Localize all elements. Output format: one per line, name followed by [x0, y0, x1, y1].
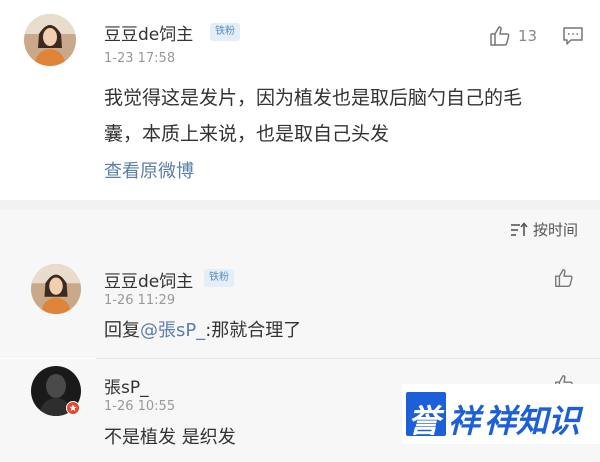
- sort-bar: 按时间: [0, 210, 600, 250]
- post-username[interactable]: 豆豆de饲主: [104, 20, 193, 45]
- reply-timestamp: 1-26 11:29: [104, 293, 176, 308]
- comment-icon: [563, 27, 583, 45]
- post-timestamp: 1-23 17:58: [104, 51, 176, 66]
- reply-text: 不是植发 是织发: [104, 427, 236, 448]
- sort-icon: [510, 221, 528, 236]
- reply-username[interactable]: 張sP_: [104, 373, 149, 398]
- reply-username[interactable]: 豆豆de饲主: [104, 267, 193, 292]
- avatar[interactable]: [24, 14, 76, 66]
- thumbs-up-icon: [490, 26, 510, 46]
- comment-button[interactable]: [562, 25, 584, 51]
- like-count: 13: [518, 27, 538, 45]
- reply-avatar[interactable]: [31, 264, 81, 314]
- reply-suffix: :那就合理了: [205, 320, 302, 341]
- sort-by-time-button[interactable]: 按时间: [509, 219, 578, 240]
- avatar-image: [31, 264, 81, 314]
- sort-label: 按时间: [532, 221, 578, 239]
- reply-timestamp: 1-26 10:55: [104, 399, 176, 414]
- watermark-char-1: 誉: [408, 402, 441, 440]
- like-button[interactable]: 13: [488, 24, 537, 48]
- section-divider: [0, 200, 600, 210]
- watermark-char-2: 祥: [448, 402, 481, 440]
- watermark-text: 祥知识: [484, 402, 581, 440]
- reply-text: 回复@張sP_:那就合理了: [104, 313, 301, 349]
- post-text-line-1: 我觉得这是发片，因为植发也是取后脑勺自己的毛: [104, 87, 523, 109]
- avatar-image: [24, 14, 76, 66]
- main-post: 豆豆de饲主 铁粉 1-23 17:58 13 我觉得这是发片，因为植发也是取后…: [0, 0, 600, 200]
- watermark-logo: 誉 祥 祥知识: [402, 384, 600, 444]
- view-original-link[interactable]: 查看原微博: [104, 157, 194, 183]
- mention-link[interactable]: @張sP_: [140, 320, 205, 341]
- fan-badge: 铁粉: [210, 23, 240, 41]
- verified-badge-icon: [66, 401, 80, 415]
- reply-prefix: 回复: [104, 320, 140, 341]
- fan-badge: 铁粉: [204, 269, 234, 287]
- post-text-line-2: 囊，本质上来说，也是取自己头发: [104, 123, 390, 145]
- reply-like-button[interactable]: [553, 267, 575, 293]
- thumbs-up-icon: [555, 269, 573, 287]
